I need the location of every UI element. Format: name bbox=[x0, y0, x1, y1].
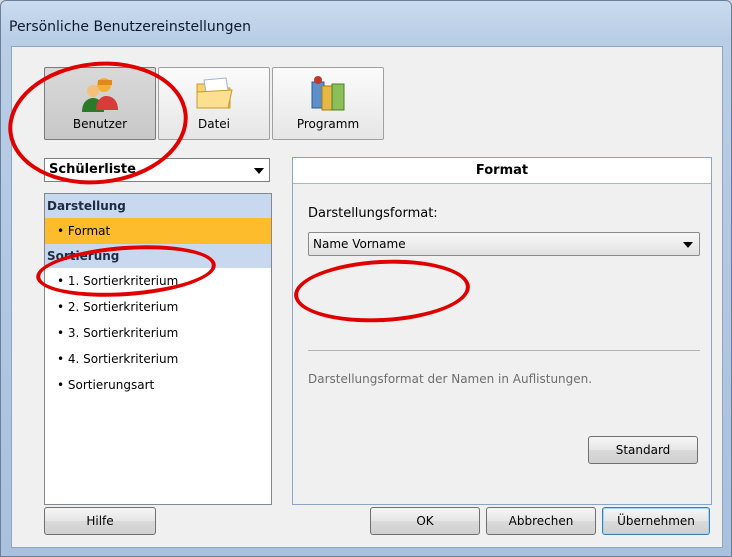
tree-item-label: Sortierungsart bbox=[67, 378, 155, 392]
field-description: Darstellungsformat der Namen in Auflistu… bbox=[308, 372, 593, 386]
tree-item-label: 3. Sortierkriterium bbox=[67, 326, 179, 340]
nav-button-programm[interactable]: Programm bbox=[272, 67, 384, 140]
panel-header: Format bbox=[293, 158, 711, 184]
help-button[interactable]: Hilfe bbox=[44, 507, 156, 535]
settings-tree: Darstellung • Format Sortierung • 1. Sor… bbox=[44, 193, 272, 505]
field-label: Darstellungsformat: bbox=[308, 206, 438, 221]
tree-item[interactable]: • 3. Sortierkriterium bbox=[45, 320, 271, 346]
tree-group-header[interactable]: Darstellung bbox=[45, 194, 271, 218]
tree-item-label: Format bbox=[67, 224, 111, 238]
separator bbox=[308, 350, 700, 351]
ok-button[interactable]: OK bbox=[370, 507, 480, 535]
standard-button[interactable]: Standard bbox=[588, 436, 698, 464]
format-panel: Format Darstellungsformat: Name Vorname … bbox=[292, 157, 712, 505]
tree-item[interactable]: • 2. Sortierkriterium bbox=[45, 294, 271, 320]
folder-icon bbox=[196, 77, 233, 109]
window-title: Persönliche Benutzereinstellungen bbox=[9, 19, 251, 35]
apply-button[interactable]: Übernehmen bbox=[602, 507, 710, 535]
program-icon bbox=[311, 76, 345, 111]
chevron-down-icon bbox=[683, 242, 693, 248]
tree-item[interactable]: • Format bbox=[45, 218, 271, 244]
tree-item[interactable]: • Sortierungsart bbox=[45, 372, 271, 398]
nav-button-label: Programm bbox=[296, 117, 360, 131]
chevron-down-icon bbox=[254, 168, 264, 174]
tree-item-label: 4. Sortierkriterium bbox=[67, 352, 179, 366]
cancel-button[interactable]: Abbrechen bbox=[486, 507, 596, 535]
display-format-select[interactable]: Name Vorname bbox=[308, 232, 700, 256]
tree-item[interactable]: • 4. Sortierkriterium bbox=[45, 346, 271, 372]
tree-item-label: 2. Sortierkriterium bbox=[67, 300, 179, 314]
select-value: Name Vorname bbox=[313, 237, 406, 251]
